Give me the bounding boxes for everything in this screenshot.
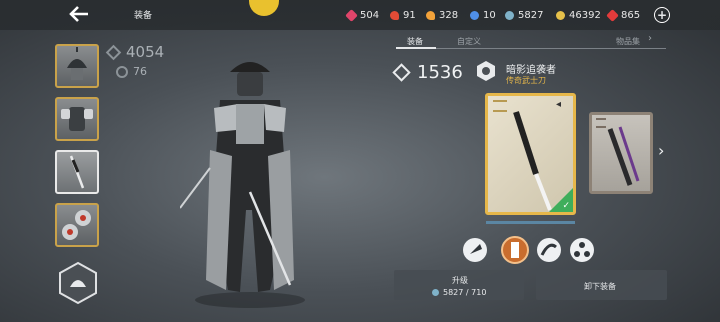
perk-spread[interactable] bbox=[569, 237, 595, 263]
resource-gem: 504 bbox=[345, 8, 379, 22]
axe-icon bbox=[463, 238, 487, 262]
page-title: 装备 bbox=[134, 11, 153, 21]
character-figure bbox=[180, 62, 305, 308]
slot-ranged[interactable] bbox=[55, 203, 99, 247]
refresh-icon bbox=[116, 65, 128, 78]
upgrade-button[interactable]: 升级 5827 / 710 bbox=[394, 270, 524, 300]
next-item-button[interactable]: › bbox=[658, 141, 664, 160]
add-currency-button[interactable]: + bbox=[654, 7, 670, 23]
hero-sub-power: 76 bbox=[116, 65, 147, 78]
unequip-button[interactable]: 卸下装备 bbox=[536, 270, 667, 300]
item-name: 暗影追袭者 bbox=[506, 65, 556, 76]
alt-item-card[interactable] bbox=[589, 112, 653, 194]
orb-icon bbox=[505, 10, 514, 20]
helmet-icon bbox=[67, 47, 87, 80]
coin-icon bbox=[556, 10, 565, 20]
shuriken-icon bbox=[62, 210, 91, 240]
tab-item-sets[interactable]: 物品集 bbox=[616, 36, 640, 47]
diamond-icon bbox=[105, 44, 122, 60]
resource-water: 10 bbox=[470, 8, 496, 22]
orb-cost-icon bbox=[432, 289, 439, 296]
flame-icon bbox=[426, 10, 435, 20]
ruby-icon bbox=[606, 8, 619, 22]
gem-icon bbox=[345, 8, 358, 22]
upgrade-cost: 5827 / 710 bbox=[432, 288, 486, 297]
item-power: 1536 bbox=[392, 62, 463, 83]
heart-icon bbox=[390, 10, 399, 20]
compare-arrow-icon: ◂ bbox=[556, 99, 562, 110]
chevron-right-icon: › bbox=[648, 33, 652, 44]
check-mark: ✓ bbox=[562, 201, 570, 211]
item-emblem-icon bbox=[493, 100, 507, 112]
equipped-indicator-bar bbox=[486, 221, 575, 224]
top-bar: 装备 504 91 328 10 5827 46392 865 + bbox=[0, 0, 720, 30]
back-arrow-icon bbox=[69, 6, 88, 22]
spread-icon bbox=[570, 238, 594, 262]
hero-power: 4054 bbox=[105, 43, 164, 61]
totem-icon bbox=[501, 236, 529, 264]
set-emblem-button[interactable] bbox=[56, 261, 100, 305]
resource-heart: 91 bbox=[390, 8, 416, 22]
tab-active-underline bbox=[396, 47, 436, 49]
item-type: 传奇武士刀 bbox=[506, 76, 546, 85]
slot-helmet[interactable] bbox=[55, 44, 99, 88]
back-button[interactable] bbox=[66, 4, 92, 24]
perk-slash[interactable] bbox=[536, 237, 562, 263]
emblem-icon bbox=[249, 0, 279, 16]
armor-icon bbox=[61, 107, 93, 131]
upgrade-label: 升级 bbox=[452, 276, 468, 285]
unequip-label: 卸下装备 bbox=[584, 282, 616, 291]
diamond-power-icon bbox=[392, 63, 411, 82]
tab-equipment[interactable]: 装备 bbox=[407, 36, 423, 47]
equipped-item-card[interactable]: ◂ ✓ bbox=[485, 93, 576, 215]
slot-weapon[interactable] bbox=[55, 150, 99, 194]
hexagon-emblem-icon bbox=[59, 261, 97, 305]
resource-orb: 5827 bbox=[505, 8, 543, 22]
perk-totem[interactable] bbox=[500, 235, 530, 265]
hexagon-mask-icon bbox=[477, 61, 495, 81]
perk-axe[interactable] bbox=[462, 237, 488, 263]
resource-ruby: 865 bbox=[606, 8, 640, 22]
water-icon bbox=[470, 10, 479, 20]
slot-armor[interactable] bbox=[55, 97, 99, 141]
item-class-icon bbox=[475, 60, 497, 82]
twin-swords-icon bbox=[607, 126, 640, 186]
resource-coin: 46392 bbox=[556, 8, 601, 22]
katana-icon bbox=[69, 155, 85, 189]
tab-divider bbox=[396, 48, 666, 49]
slash-icon bbox=[537, 238, 561, 262]
resource-flame: 328 bbox=[426, 8, 458, 22]
tab-customize[interactable]: 自定义 bbox=[457, 36, 481, 47]
